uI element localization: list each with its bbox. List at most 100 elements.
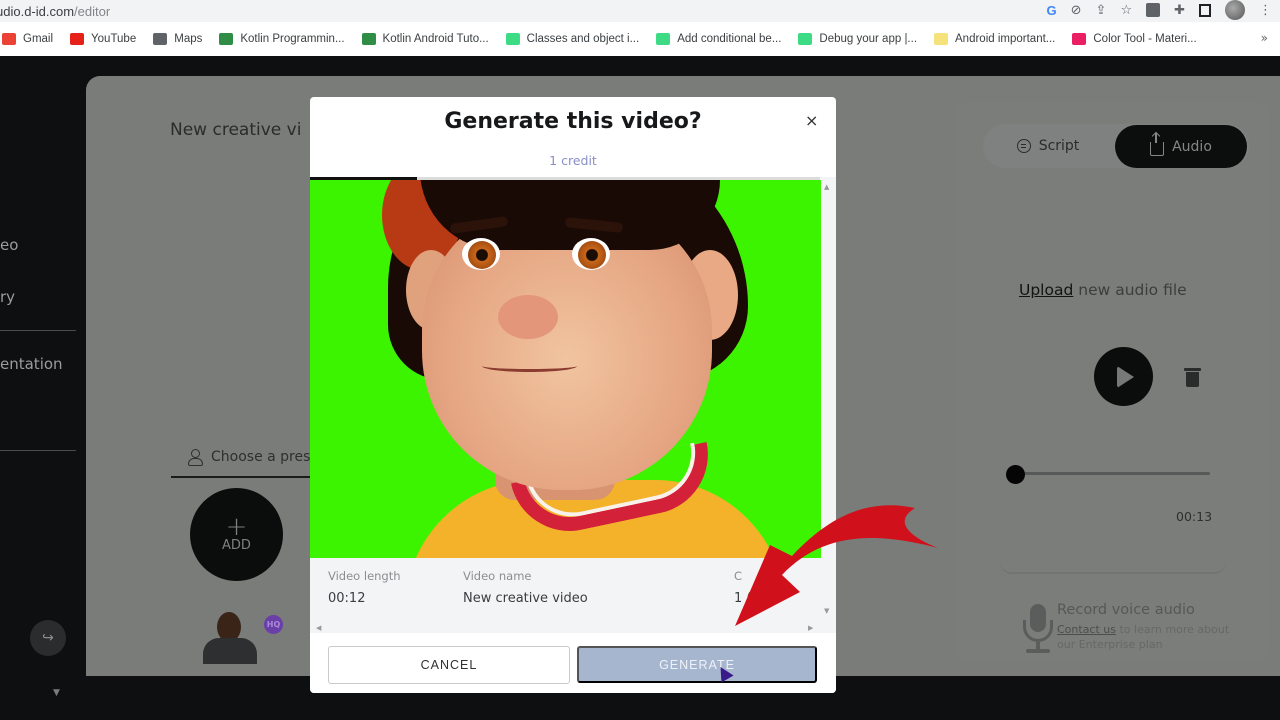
bookmark-item[interactable]: Kotlin Android Tuto... <box>361 33 489 45</box>
cancel-button[interactable]: CANCEL <box>328 646 570 684</box>
close-icon[interactable]: × <box>805 111 818 130</box>
audio-seek-handle[interactable] <box>1006 465 1025 484</box>
upload-icon <box>1150 132 1165 156</box>
bookmark-label: YouTube <box>91 33 137 45</box>
google-icon[interactable]: G <box>1047 4 1057 17</box>
profile-avatar[interactable] <box>1225 0 1245 20</box>
upload-link[interactable]: Upload <box>1019 281 1073 299</box>
video-name-field[interactable]: New creative vi <box>170 120 301 140</box>
globe-icon <box>153 33 168 45</box>
url-text[interactable]: udio.d-id.com/editor <box>0 4 110 19</box>
menu-icon[interactable]: ⋮ <box>1259 4 1272 17</box>
share-icon[interactable]: ⇪ <box>1096 4 1107 17</box>
video-preview-image <box>310 180 821 558</box>
tab-script[interactable]: Script <box>1000 124 1096 168</box>
android-icon <box>505 33 520 45</box>
bookmark-item[interactable]: Kotlin Programmin... <box>219 33 345 45</box>
trash-icon[interactable] <box>1184 368 1201 387</box>
preview-fringe <box>420 180 720 250</box>
microphone-icon <box>1021 604 1055 656</box>
scroll-right-icon[interactable]: ▶ <box>808 624 813 632</box>
puzzle-icon[interactable]: ✚ <box>1174 4 1185 17</box>
add-presenter-button[interactable]: + ADD <box>190 488 283 581</box>
presenter-body <box>203 638 257 664</box>
bookmark-label: Android important... <box>955 33 1056 45</box>
bookmark-label: Add conditional be... <box>677 33 782 45</box>
person-icon <box>187 449 203 466</box>
sidebar-item-library[interactable]: ry <box>0 288 15 306</box>
presenter-tab-label: Choose a pres <box>211 449 311 465</box>
credits-value: 1 (left) <box>734 591 778 606</box>
bookmark-item[interactable]: Maps <box>153 33 202 45</box>
geeksforgeeks-icon <box>219 33 234 45</box>
scroll-left-icon[interactable]: ◀ <box>316 624 321 632</box>
bookmark-item[interactable]: YouTube <box>70 33 136 45</box>
bookmark-item[interactable]: Add conditional be... <box>656 33 781 45</box>
upload-audio-prompt: Upload new audio file <box>1019 281 1187 299</box>
generate-button[interactable]: GENERATE <box>577 646 817 683</box>
hq-badge: HQ <box>264 615 283 634</box>
sidebar-item-video[interactable]: eo <box>0 236 18 254</box>
share-icon[interactable]: ↪ <box>30 620 66 656</box>
dialog-title: Generate this video? <box>444 109 702 134</box>
tab-audio[interactable]: Audio <box>1115 125 1247 168</box>
add-label: ADD <box>222 538 251 553</box>
dialog-scroll-area[interactable]: ▲ ▼ ◀ ▶ Video length 00:12 Video name Ne… <box>310 177 836 633</box>
extension-icon[interactable] <box>1146 3 1161 17</box>
scroll-down-icon[interactable]: ▼ <box>824 607 829 615</box>
tab-choose-presenter[interactable]: Choose a pres <box>171 438 331 478</box>
scroll-up-icon[interactable]: ▲ <box>824 183 829 191</box>
preview-mouth <box>482 360 577 372</box>
screen: udio.d-id.com/editor G ⊘ ⇪ ☆ ✚ ⋮ Gmail Yo… <box>0 0 1280 720</box>
dialog-footer: CANCEL GENERATE <box>310 633 836 693</box>
presenter-thumbnail[interactable] <box>195 608 265 664</box>
sidepanel-icon[interactable] <box>1199 3 1211 17</box>
video-summary: Video length 00:12 Video name New creati… <box>310 569 821 609</box>
browser-toolbar: G ⊘ ⇪ ☆ ✚ ⋮ <box>1047 0 1272 20</box>
bookmark-item[interactable]: Color Tool - Materi... <box>1072 33 1197 45</box>
geeksforgeeks-icon <box>361 33 376 45</box>
preview-eye-right <box>572 238 610 270</box>
notes-icon <box>934 33 949 45</box>
plus-icon: + <box>225 512 248 542</box>
record-voice-audio: Record voice audio Contact us to learn m… <box>1021 600 1241 660</box>
star-icon[interactable]: ☆ <box>1120 4 1132 17</box>
sidebar-divider <box>0 330 76 331</box>
video-name-label: Video name <box>463 569 532 583</box>
play-icon <box>1117 365 1134 388</box>
sidebar-item-documentation[interactable]: entation <box>0 355 63 373</box>
browser-url-bar[interactable]: udio.d-id.com/editor G ⊘ ⇪ ☆ ✚ ⋮ <box>0 0 1280 22</box>
bookmark-label: Color Tool - Materi... <box>1093 33 1197 45</box>
audio-seek-slider[interactable] <box>1016 472 1210 475</box>
play-button[interactable] <box>1094 347 1153 406</box>
more-bookmarks-icon[interactable]: » <box>1261 31 1268 45</box>
android-icon <box>798 33 813 45</box>
video-length-label: Video length <box>328 569 401 583</box>
video-length-value: 00:12 <box>328 591 366 606</box>
url-host: udio.d-id.com <box>0 3 75 19</box>
credit-cost: 1 credit <box>549 153 597 168</box>
bookmarks-bar: Gmail YouTube Maps Kotlin Programmin... Kotl… <box>0 22 1280 56</box>
chat-icon <box>1016 139 1031 153</box>
bookmark-label: Classes and object i... <box>526 33 640 45</box>
record-subtitle: Contact us to learn more about our Enter… <box>1057 622 1247 652</box>
bookmark-item[interactable]: Debug your app |... <box>798 33 917 45</box>
upload-text: new audio file <box>1073 281 1187 299</box>
tab-script-label: Script <box>1038 138 1080 154</box>
audio-duration: 00:13 <box>1176 509 1213 524</box>
gmail-icon <box>2 33 16 45</box>
url-path: /editor <box>74 3 111 19</box>
bookmark-label: Kotlin Programmin... <box>240 33 345 45</box>
bookmark-item[interactable]: Gmail <box>2 33 53 45</box>
bookmark-label: Maps <box>174 33 203 45</box>
bookmark-item[interactable]: Classes and object i... <box>505 33 640 45</box>
youtube-icon <box>70 33 85 45</box>
preview-nose <box>498 295 558 339</box>
contact-us-link[interactable]: Contact us <box>1057 623 1116 636</box>
bookmark-label: Kotlin Android Tuto... <box>382 33 489 45</box>
material-icon <box>1072 33 1087 45</box>
caret-down-icon[interactable]: ▼ <box>53 688 60 698</box>
credits-label: C <box>734 569 743 583</box>
bookmark-item[interactable]: Android important... <box>934 33 1055 45</box>
eye-off-icon[interactable]: ⊘ <box>1071 4 1082 17</box>
